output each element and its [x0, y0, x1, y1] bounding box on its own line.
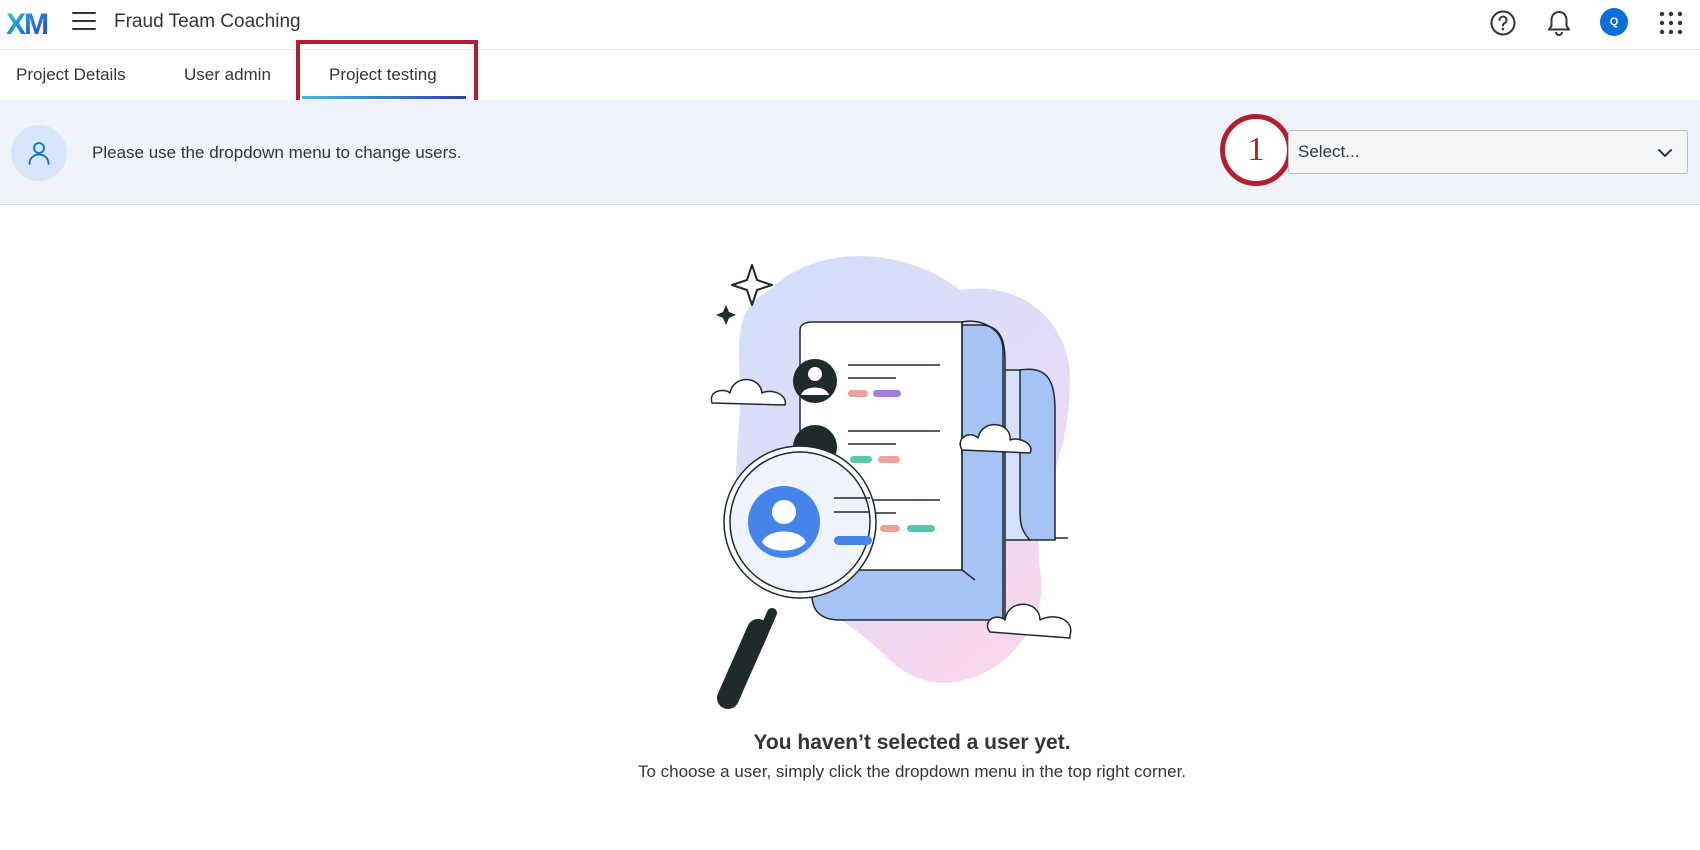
step-marker: 1: [1220, 114, 1292, 186]
info-message: Please use the dropdown menu to change u…: [92, 143, 462, 162]
tab-project-details[interactable]: Project Details: [16, 51, 126, 99]
top-header: XM Fraud Team Coaching Q: [0, 0, 1700, 50]
svg-text:XM: XM: [6, 8, 47, 38]
empty-state-title: You haven’t selected a user yet.: [753, 731, 1071, 754]
tab-annotation-box: [296, 40, 478, 108]
empty-state-subtitle: To choose a user, simply click the dropd…: [637, 762, 1187, 781]
tab-user-admin[interactable]: User admin: [184, 51, 271, 99]
grid-icon[interactable]: [1656, 8, 1686, 38]
app-title: Fraud Team Coaching: [114, 11, 301, 32]
empty-state-illustration: [700, 250, 1120, 710]
xm-logo[interactable]: XM: [6, 6, 54, 41]
menu-icon[interactable]: [72, 12, 98, 32]
user-select-bar: Please use the dropdown menu to change u…: [0, 100, 1700, 205]
tab-bar: Project Details User admin Project testi…: [0, 51, 1700, 99]
select-value: Select...: [1298, 142, 1360, 161]
user-avatar[interactable]: Q: [1600, 8, 1628, 36]
user-select-dropdown[interactable]: Select...: [1288, 130, 1688, 174]
chevron-down-icon: [1655, 143, 1675, 163]
bell-icon[interactable]: [1544, 8, 1574, 38]
help-icon[interactable]: [1488, 8, 1518, 38]
user-icon: [11, 125, 67, 181]
